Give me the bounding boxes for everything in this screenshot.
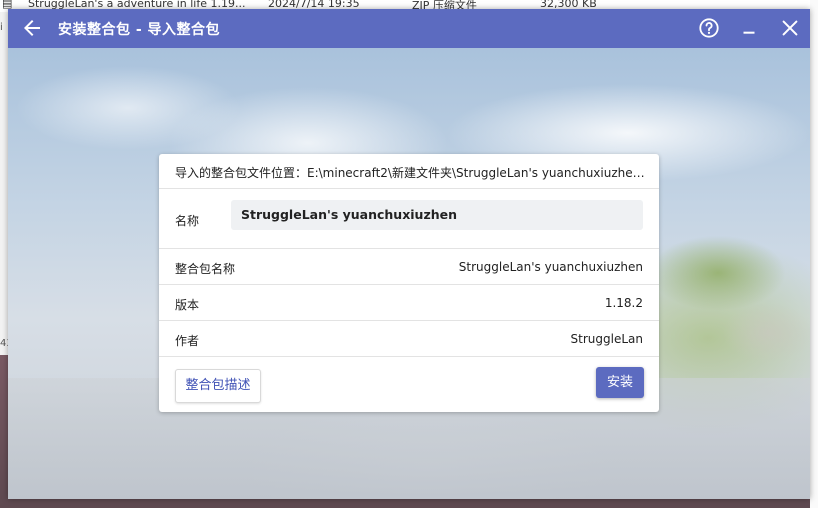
name-input[interactable]: StruggleLan's yuanchuxiuzhen [231,200,643,230]
title-bar: 安装整合包 - 导入整合包 [8,9,810,48]
window-title: 安装整合包 - 导入整合包 [58,22,221,38]
modpack-name-row: 整合包名称 StruggleLan's yuanchuxiuzhen [159,249,659,285]
background-right-strip [810,0,818,508]
modpack-info-card: 导入的整合包文件位置：E:\minecraft2\新建文件夹\StruggleL… [159,154,659,412]
version-label: 版本 [175,298,200,312]
modpack-name-label: 整合包名称 [175,262,236,276]
version-value: 1.18.2 [604,296,643,310]
name-row: 名称 StruggleLan's yuanchuxiuzhen [159,189,659,249]
arrow-left-icon[interactable] [20,16,44,40]
author-value: StruggleLan [570,332,643,346]
install-modpack-window: 安装整合包 - 导入整合包 导入的整合包文件位置：E:\minecraft2\新… [8,9,810,499]
background-fragment: i [0,22,3,33]
version-row: 版本 1.18.2 [159,285,659,321]
close-icon[interactable] [779,17,801,39]
help-circle-icon[interactable] [698,17,720,39]
name-label: 名称 [175,214,200,228]
modpack-description-button[interactable]: 整合包描述 [175,369,261,403]
minimize-icon[interactable] [738,17,760,39]
author-row: 作者 StruggleLan [159,321,659,357]
author-label: 作者 [175,334,200,348]
file-path-text: 导入的整合包文件位置：E:\minecraft2\新建文件夹\StruggleL… [175,166,645,180]
modpack-name-value: StruggleLan's yuanchuxiuzhen [458,260,643,274]
install-button[interactable]: 安装 [596,367,644,398]
background-scenery: 导入的整合包文件位置：E:\minecraft2\新建文件夹\StruggleL… [8,48,810,499]
file-path-row: 导入的整合包文件位置：E:\minecraft2\新建文件夹\StruggleL… [159,154,659,189]
